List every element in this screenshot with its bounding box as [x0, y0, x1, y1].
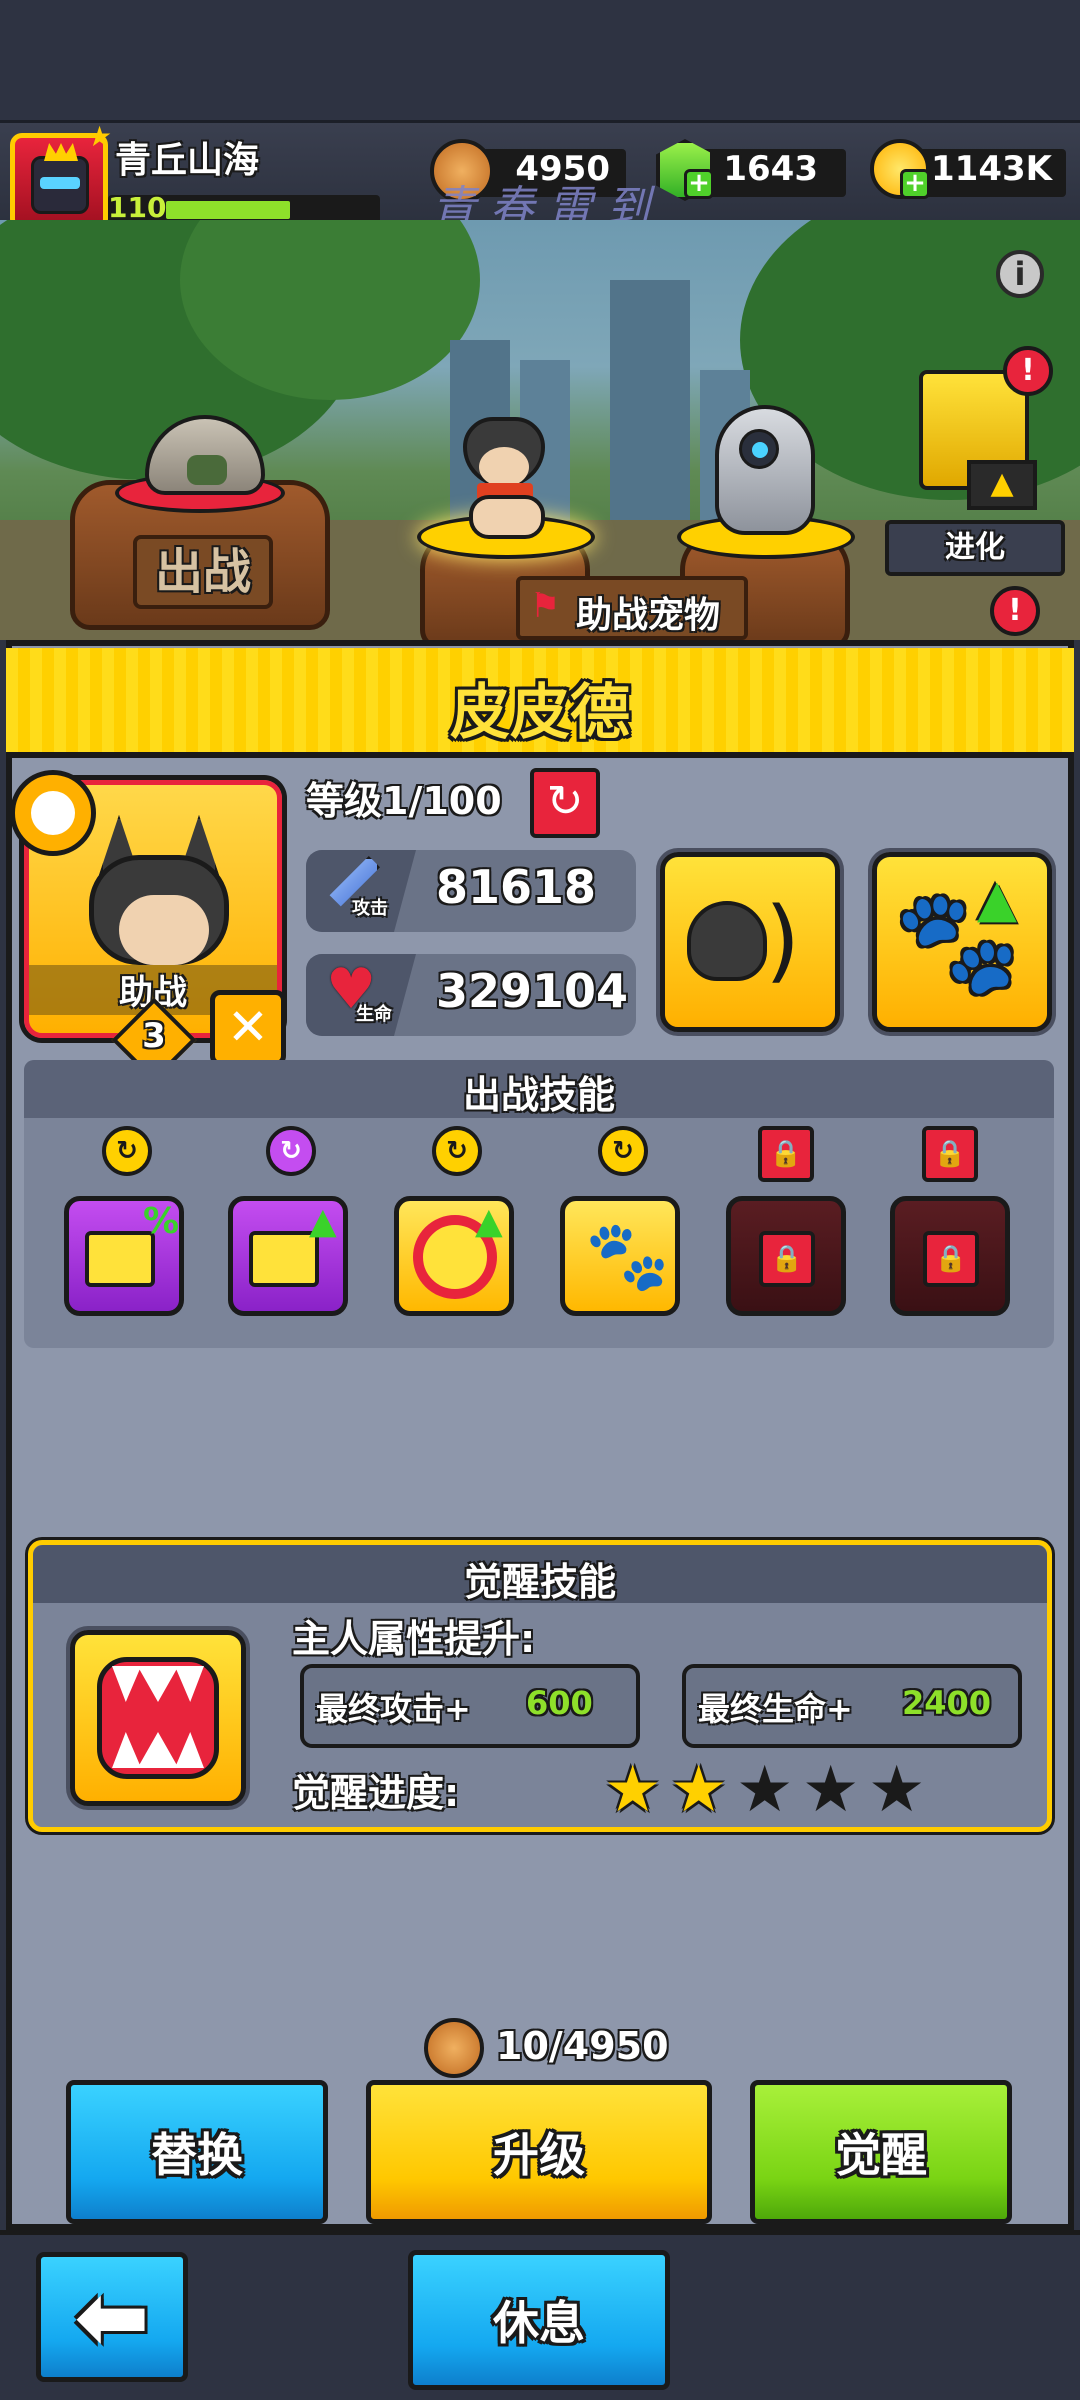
green-up-arrow-icon: ▲	[977, 869, 1017, 929]
battle-skills-title: 出战技能	[462, 1073, 615, 1117]
evolve-machine[interactable]: ▲ 进化 !	[885, 346, 1065, 590]
skill-slot-5-locked[interactable]: 🔒 🔒	[726, 1126, 852, 1326]
final-attack-label: 最终攻击+	[316, 1690, 471, 1728]
swap-pet-icon[interactable]: ✕	[210, 990, 286, 1066]
hp-value: 329104	[436, 964, 629, 1018]
deploy-label: 出战	[133, 535, 273, 609]
paw-upgrade-skill-button[interactable]: 🐾 ▲	[872, 852, 1052, 1032]
avatar-face-icon	[31, 143, 89, 214]
star-empty-icon: ★	[736, 1753, 794, 1827]
flag-icon: ⚑	[530, 586, 561, 626]
final-hp-label: 最终生命+	[698, 1690, 853, 1728]
attack-icon-label: 攻击	[352, 898, 388, 919]
deploy-stump[interactable]: 出战	[70, 415, 330, 630]
status-area	[0, 0, 1080, 120]
add-gems-icon[interactable]: +	[684, 169, 714, 199]
back-arrow-icon: ⬅	[74, 2264, 150, 2370]
skill-slot-4[interactable]: ↻ 🐾	[560, 1126, 686, 1326]
player-xp-fill	[166, 201, 290, 219]
locked-skill-icon: 🔒	[890, 1196, 1010, 1316]
paw-fire-skill-icon: 🐾	[560, 1196, 680, 1316]
star-badge-icon: ★	[87, 120, 113, 153]
fangs-mouth-icon	[97, 1657, 219, 1779]
assist-pet-tab[interactable]: ⚑ 助战宠物	[516, 576, 748, 640]
skill-slot-1[interactable]: ↻ %	[64, 1126, 190, 1326]
locked-skill-icon: 🔒	[726, 1196, 846, 1316]
dog-pet-icon	[449, 417, 559, 539]
player-name: 青丘山海	[115, 140, 260, 181]
lock-icon: 🔒	[922, 1126, 978, 1182]
upgrade-button[interactable]: 升级	[366, 2080, 712, 2224]
assist-pet-label: 助战宠物	[576, 595, 721, 636]
upload-arrow-icon: ▲	[967, 460, 1037, 510]
dog-portrait-icon	[79, 815, 239, 975]
pet-scene: 出战 i ▲ 进化 ! ! ⚑ 助战宠物	[0, 220, 1080, 640]
evolve-label: 进化	[885, 520, 1065, 576]
hp-stat: ♥ 生命 329104	[306, 954, 636, 1036]
upgrade-badge-icon: ↻	[432, 1126, 482, 1176]
awaken-progress-stars: ★ ★ ★ ★ ★	[604, 1758, 944, 1828]
star-filled-icon: ★	[670, 1753, 728, 1827]
lock-icon: 🔒	[758, 1126, 814, 1182]
star-empty-icon: ★	[868, 1753, 926, 1827]
pet-name-banner: 皮皮德	[6, 648, 1074, 758]
reset-level-icon[interactable]: ↻	[530, 768, 600, 838]
pet-type-badge-icon	[10, 770, 96, 856]
currency-gold-value: 1143K	[931, 149, 1052, 189]
awaken-skill-icon[interactable]	[70, 1630, 246, 1806]
dog-howl-icon	[687, 901, 767, 981]
final-attack-value: 600	[526, 1684, 593, 1722]
currency-gems[interactable]: + 1643	[656, 139, 846, 201]
replace-button[interactable]: 替换	[66, 2080, 328, 2224]
hp-icon-label: 生命	[356, 1004, 392, 1025]
skill-slot-2[interactable]: ↻ ▲	[228, 1126, 354, 1326]
final-hp-value: 2400	[902, 1684, 992, 1722]
robot-pet-icon	[715, 405, 815, 535]
currency-gems-value: 1643	[723, 149, 818, 189]
currency-gold[interactable]: + 1143K	[870, 139, 1066, 199]
star-count: 3	[142, 1016, 166, 1056]
final-hp-box: 最终生命+ 2400	[682, 1664, 1022, 1748]
skill-slot-6-locked[interactable]: 🔒 🔒	[890, 1126, 1016, 1326]
alert-icon: !	[990, 586, 1040, 636]
star-empty-icon: ★	[802, 1753, 860, 1827]
upgrade-badge-icon: ↻	[598, 1126, 648, 1176]
pet-food-coin-icon	[424, 2018, 484, 2078]
pet-level-label: 等级1/100	[306, 779, 502, 823]
evolve-alert-icon: !	[1003, 346, 1053, 396]
info-icon[interactable]: i	[996, 250, 1044, 298]
owner-boost-label: 主人属性提升:	[292, 1617, 536, 1661]
final-attack-box: 最终攻击+ 600	[300, 1664, 640, 1748]
attack-value: 81618	[436, 860, 597, 914]
back-button[interactable]: ⬅	[36, 2252, 188, 2382]
upgrade-badge-icon: ↻	[266, 1126, 316, 1176]
howl-skill-button[interactable]: )	[660, 852, 840, 1032]
awaken-button[interactable]: 觉醒	[750, 2080, 1012, 2224]
player-avatar[interactable]: ★	[10, 120, 112, 231]
player-header: ★ 青丘山海 110 4950 + 1643 + 1143K 青春雷到	[0, 120, 1080, 235]
chest-percent-skill-icon: %	[64, 1196, 184, 1316]
pet-name: 皮皮德	[450, 678, 630, 748]
add-gold-icon[interactable]: +	[900, 169, 930, 199]
awaken-skills-title: 觉醒技能	[463, 1560, 616, 1604]
upgrade-badge-icon: ↻	[102, 1126, 152, 1176]
skill-slot-3[interactable]: ↻ ▲	[394, 1126, 520, 1326]
rest-button[interactable]: 休息	[408, 2250, 670, 2390]
awaken-progress-label: 觉醒进度:	[292, 1771, 460, 1815]
upgrade-cost: 10/4950	[496, 2024, 669, 2068]
star-filled-icon: ★	[604, 1753, 662, 1827]
paw-target-skill-icon: ▲	[394, 1196, 514, 1316]
attack-stat: 攻击 81618	[306, 850, 636, 932]
chest-up-skill-icon: ▲	[228, 1196, 348, 1316]
